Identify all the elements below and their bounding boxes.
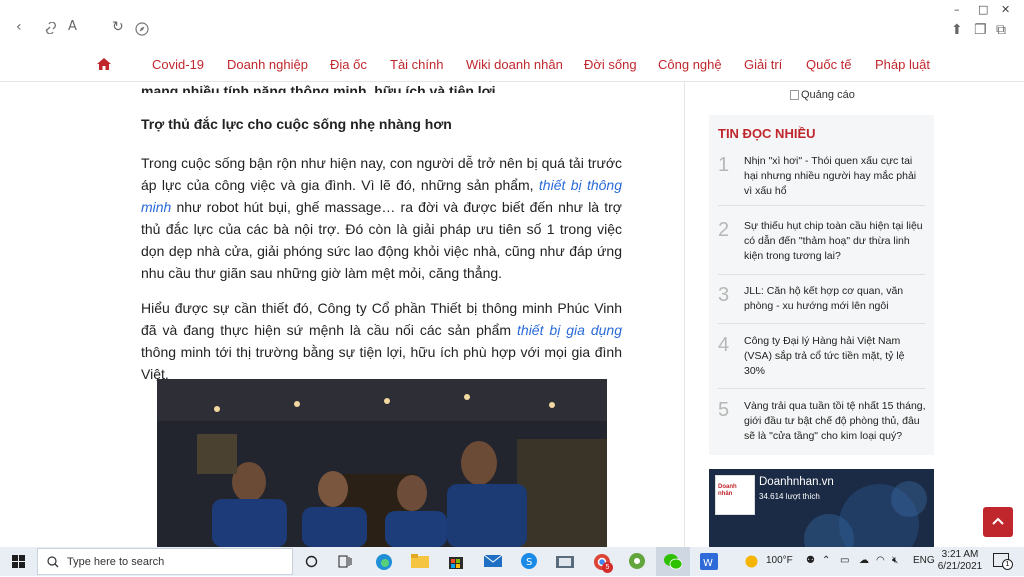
nav-item-giai-tri[interactable]: Giải trí (744, 57, 782, 72)
chevron-up-icon (992, 517, 1004, 525)
site-nav: Covid-19 Doanh nghiệp Địa ốc Tài chính W… (0, 46, 1024, 82)
divider (718, 323, 925, 324)
weather-temperature[interactable]: 100°F (766, 555, 793, 566)
weather-sun-icon[interactable] (744, 554, 759, 569)
volume-muted-icon[interactable]: 🔇︎ (892, 555, 898, 566)
nav-item-doi-song[interactable]: Đời sống (584, 57, 637, 72)
broken-image-icon (790, 90, 799, 100)
article-subheading: Trợ thủ đắc lực cho cuộc sống nhẹ nhàng … (141, 116, 452, 132)
search-icon (47, 556, 59, 568)
article-paragraph-2: Hiểu được sự cần thiết đó, Công ty Cổ ph… (141, 297, 622, 385)
inline-link-thiet-bi-gia-dung[interactable]: thiết bị gia dụng (517, 322, 622, 338)
wechat-app-active[interactable] (656, 547, 690, 576)
mail-icon[interactable] (484, 553, 502, 569)
input-language[interactable]: ENG (913, 555, 935, 566)
restore-icon[interactable]: □ (978, 3, 988, 16)
divider (718, 205, 925, 206)
windows-start-icon[interactable] (12, 555, 25, 568)
column-divider (684, 82, 685, 547)
nav-item-phap-luat[interactable]: Pháp luật (875, 57, 930, 72)
nav-item-covid[interactable]: Covid-19 (152, 57, 204, 72)
item-number: 5 (718, 399, 730, 421)
collections-icon[interactable]: ❐ (974, 22, 987, 38)
article-paragraph-1: Trong cuộc sống bận rộn như hiện nay, co… (141, 152, 622, 284)
taskbar-clock[interactable]: 3:21 AM 6/21/2021 (935, 549, 985, 573)
scroll-to-top-button[interactable] (983, 507, 1013, 537)
back-icon[interactable]: ‹ (16, 19, 22, 35)
item-number: 4 (718, 334, 730, 356)
item-number: 1 (718, 154, 730, 176)
item-title[interactable]: JLL: Căn hộ kết hợp cơ quan, văn phòng -… (744, 284, 926, 314)
battery-icon[interactable]: ▭ (840, 555, 849, 566)
wps-writer-icon[interactable]: W (700, 553, 718, 570)
fb-page-logo: Doanh nhân (715, 475, 755, 515)
item-title[interactable]: Công ty Đại lý Hàng hải Việt Nam (VSA) s… (744, 334, 926, 379)
article-partial-line: mang nhiều tính năng thông minh, hữu ích… (141, 83, 500, 93)
cloud-icon[interactable]: ☁ (859, 555, 869, 566)
item-title[interactable]: Nhịn "xì hơi" - Thói quen xấu cực tai hạ… (744, 154, 926, 199)
nav-item-tai-chinh[interactable]: Tài chính (390, 57, 443, 72)
refresh-icon[interactable]: ↻ (112, 19, 124, 35)
minimize-icon[interactable]: – (954, 3, 960, 16)
most-read-box: TIN ĐỌC NHIỀU 1 Nhịn "xì hơi" - Thói que… (709, 115, 934, 455)
clock-date: 6/21/2021 (937, 561, 983, 572)
divider (718, 388, 925, 389)
share-icon[interactable]: ⬆ (951, 22, 963, 38)
facebook-page-widget[interactable]: Doanh nhân Doanhnhan.vn 34.614 lượt thíc… (709, 469, 934, 547)
photo-scene (157, 379, 607, 547)
nav-item-quoc-te[interactable]: Quốc tế (806, 57, 852, 72)
nav-item-cong-nghe[interactable]: Công nghệ (658, 57, 722, 72)
extensions-icon[interactable]: ⧉ (996, 22, 1006, 38)
file-explorer-icon[interactable] (411, 553, 429, 569)
fb-page-name[interactable]: Doanhnhan.vn (759, 476, 834, 488)
item-title[interactable]: Sự thiếu hụt chip toàn cầu hiện tại liệu… (744, 219, 926, 264)
skype-icon[interactable]: S (520, 552, 538, 570)
clock-time: 3:21 AM (941, 549, 979, 560)
task-view-icon[interactable] (338, 555, 352, 568)
search-placeholder: Type here to search (67, 556, 165, 568)
fb-like-count: 34.614 lượt thích (759, 492, 820, 501)
article-photo (157, 379, 607, 547)
cortana-icon[interactable] (305, 555, 318, 568)
svg-text:S: S (526, 557, 532, 568)
home-icon[interactable] (97, 58, 111, 70)
svg-text:W: W (703, 558, 713, 569)
notification-badge: 5 (602, 562, 613, 573)
divider (718, 274, 925, 275)
logo-wordmark: Doanh nhân (718, 484, 737, 497)
folder-icon[interactable] (556, 553, 574, 569)
nav-item-dia-oc[interactable]: Địa ốc (330, 57, 367, 72)
item-number: 3 (718, 284, 730, 306)
coc-coc-icon[interactable] (628, 552, 646, 570)
ad-placeholder[interactable]: Quảng cáo (790, 89, 855, 101)
people-icon[interactable]: ⚉ (806, 555, 815, 566)
link-icon[interactable] (44, 22, 58, 34)
most-read-title: TIN ĐỌC NHIỀU (718, 126, 816, 141)
ad-label: Quảng cáo (801, 89, 855, 101)
nav-item-doanh-nghiep[interactable]: Doanh nghiệp (227, 57, 308, 72)
windows-taskbar: Type here to search S 5 W 100°F ⚉ ⌃ ▭ ☁ … (0, 547, 1024, 576)
item-number: 2 (718, 219, 730, 241)
taskbar-search[interactable]: Type here to search (37, 548, 293, 575)
compass-icon[interactable] (135, 22, 149, 36)
nav-item-wiki[interactable]: Wiki doanh nhân (466, 57, 563, 72)
paragraph-text: như robot hút bụi, ghế massage… ra đời v… (141, 199, 622, 281)
chrome-app[interactable]: 5 (592, 552, 613, 573)
store-icon[interactable] (447, 552, 465, 570)
paragraph-text: thông minh tới thị trường bằng sự tiện l… (141, 344, 622, 382)
notification-center-icon[interactable]: 1 (993, 553, 1013, 570)
wifi-icon[interactable]: ◠ (876, 555, 885, 566)
edge-icon[interactable] (374, 552, 394, 572)
browser-toolbar: ‹ A ↻ – □ ✕ ⬆ ❐ ⧉ (0, 0, 1024, 46)
notification-count: 1 (1002, 559, 1013, 570)
chevron-up-icon[interactable]: ⌃ (822, 555, 830, 566)
wechat-icon (664, 554, 682, 570)
item-title[interactable]: Vàng trải qua tuần tồi tệ nhất 15 tháng,… (744, 399, 926, 444)
text-size-icon[interactable]: A (68, 19, 77, 35)
close-icon[interactable]: ✕ (1001, 3, 1010, 16)
